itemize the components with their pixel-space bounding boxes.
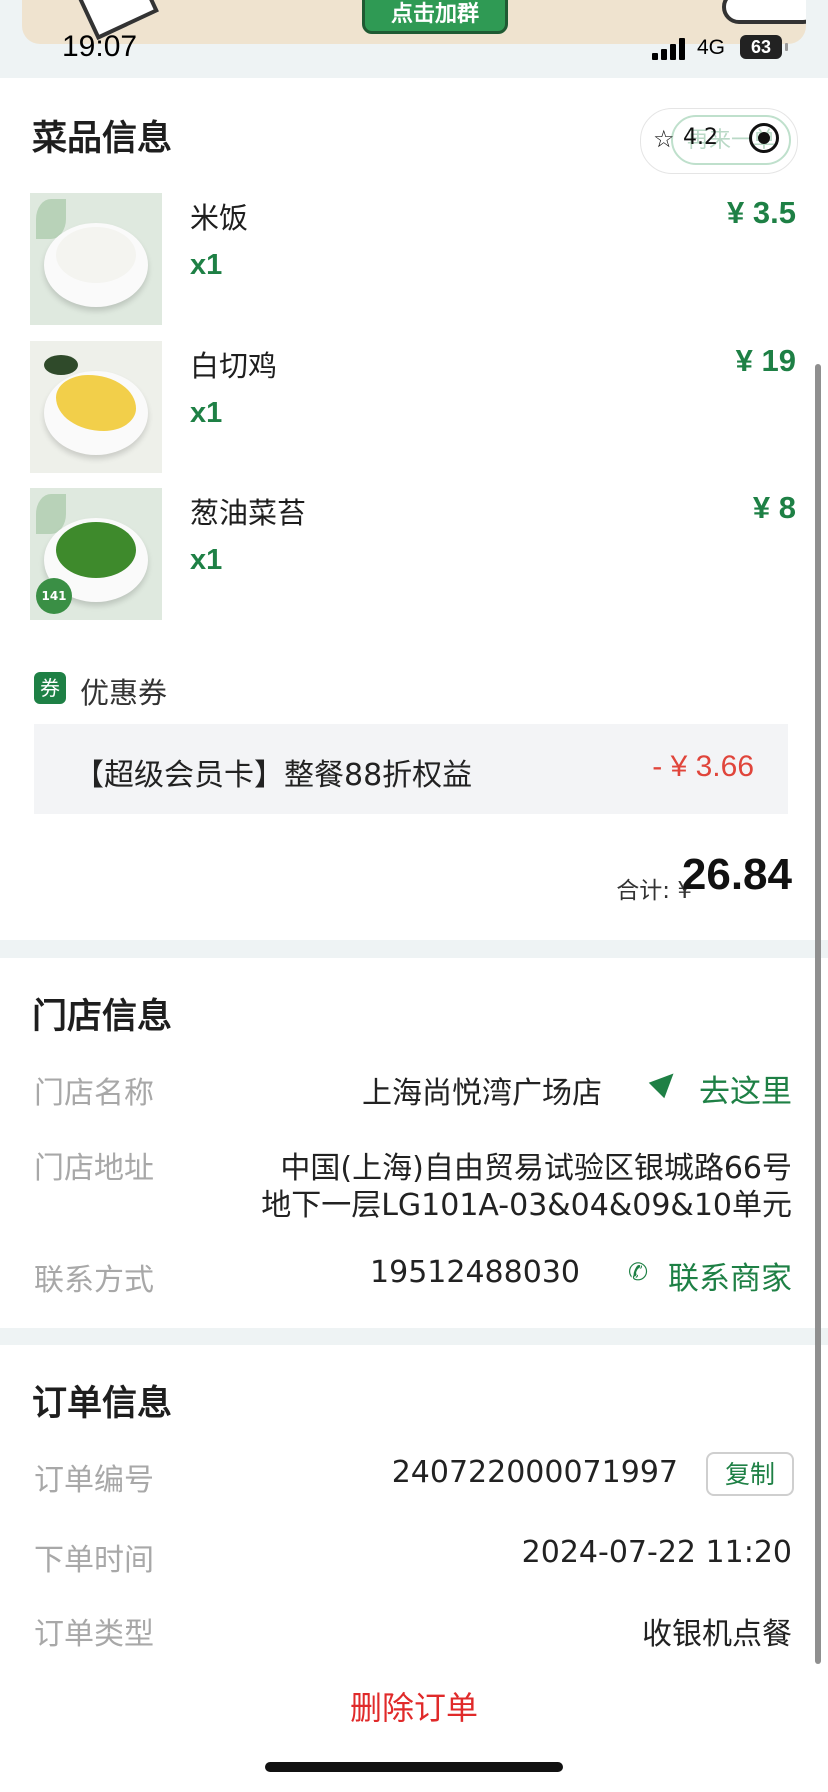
coupon-title: 优惠券 <box>80 676 168 710</box>
store-card: 门店信息 门店名称 上海尚悦湾广场店 去这里 门店地址 中国(上海)自由贸易试验… <box>0 958 828 1328</box>
dish-image-chicken <box>30 341 162 473</box>
home-indicator <box>265 1762 563 1772</box>
dish-image-rice <box>30 193 162 325</box>
dish-name: 葱油菜苔 <box>190 496 307 530</box>
delete-order-button[interactable]: 删除订单 <box>0 1683 828 1729</box>
copy-button[interactable]: 复制 <box>706 1452 794 1496</box>
dish-name: 米饭 <box>190 201 249 235</box>
network-type: 4G <box>697 36 726 59</box>
dish-item[interactable]: 米饭 x1 ¥ 3.5 <box>0 193 828 325</box>
store-address-line2: 地下一层LG101A-03&04&09&10单元 <box>261 1188 792 1223</box>
dish-quantity: x1 <box>190 397 223 429</box>
store-name-label: 门店名称 <box>34 1076 154 1111</box>
status-bar: 19:07 4G 63 <box>0 30 828 70</box>
contact-merchant-link[interactable]: 联系商家 <box>668 1253 792 1298</box>
order-number-label: 订单编号 <box>34 1463 154 1498</box>
scrollbar[interactable] <box>815 364 821 1664</box>
order-type-value: 收银机点餐 <box>642 1617 792 1652</box>
banner-illustration-right <box>722 0 806 24</box>
battery-icon: 63 <box>740 35 782 59</box>
target-icon[interactable] <box>749 123 779 153</box>
contact-phone-value: 19512488030 <box>370 1255 580 1290</box>
dishes-card: 菜品信息 再来一单 ☆ 4.2 米饭 x1 ¥ 3.5 白切鸡 x1 ¥ 19 <box>0 78 828 940</box>
status-time: 19:07 <box>62 30 138 63</box>
signal-icon <box>652 38 690 60</box>
dish-price: ¥ 3.5 <box>727 195 796 230</box>
coupon-icon: 券 <box>34 672 66 704</box>
dish-quantity: x1 <box>190 544 223 576</box>
dishes-section-title: 菜品信息 <box>32 119 173 159</box>
rating-value: 4.2 <box>683 125 718 150</box>
dish-name: 白切鸡 <box>190 349 278 383</box>
order-time-value: 2024-07-22 11:20 <box>521 1535 792 1570</box>
join-group-button[interactable]: 点击加群 <box>362 0 508 34</box>
dish-image-greens: 141 <box>30 488 162 620</box>
star-icon: ☆ <box>653 125 675 153</box>
coupon-amount: - ¥ 3.66 <box>652 750 754 783</box>
go-here-link[interactable]: 去这里 <box>699 1066 792 1111</box>
store-section-title: 门店信息 <box>32 997 173 1037</box>
coupon-row: 【超级会员卡】整餐88折权益 - ¥ 3.66 <box>34 724 788 814</box>
store-address-label: 门店地址 <box>34 1151 154 1186</box>
coupon-description: 【超级会员卡】整餐88折权益 <box>74 758 473 793</box>
order-type-label: 订单类型 <box>34 1617 154 1652</box>
floating-capsule[interactable]: 再来一单 ☆ 4.2 <box>640 108 798 174</box>
total-label: 合计: ¥ <box>616 878 692 904</box>
dish-price: ¥ 19 <box>735 343 796 378</box>
navigation-arrow-icon[interactable] <box>648 1065 682 1099</box>
dish-item[interactable]: 141 葱油菜苔 x1 ¥ 8 <box>0 488 828 620</box>
phone-icon[interactable]: ✆ <box>628 1258 648 1286</box>
order-number-value: 240722000071997 <box>391 1455 678 1490</box>
order-section-title: 订单信息 <box>32 1384 173 1424</box>
dish-item[interactable]: 白切鸡 x1 ¥ 19 <box>0 341 828 473</box>
dish-price: ¥ 8 <box>752 490 796 525</box>
order-time-label: 下单时间 <box>34 1543 154 1578</box>
order-card: 订单信息 订单编号 240722000071997 复制 下单时间 2024-0… <box>0 1345 828 1792</box>
dish-quantity: x1 <box>190 249 223 281</box>
contact-label: 联系方式 <box>34 1263 154 1298</box>
battery-tip <box>785 43 788 51</box>
store-name-value: 上海尚悦湾广场店 <box>362 1076 602 1111</box>
total-value: 26.84 <box>681 850 792 899</box>
